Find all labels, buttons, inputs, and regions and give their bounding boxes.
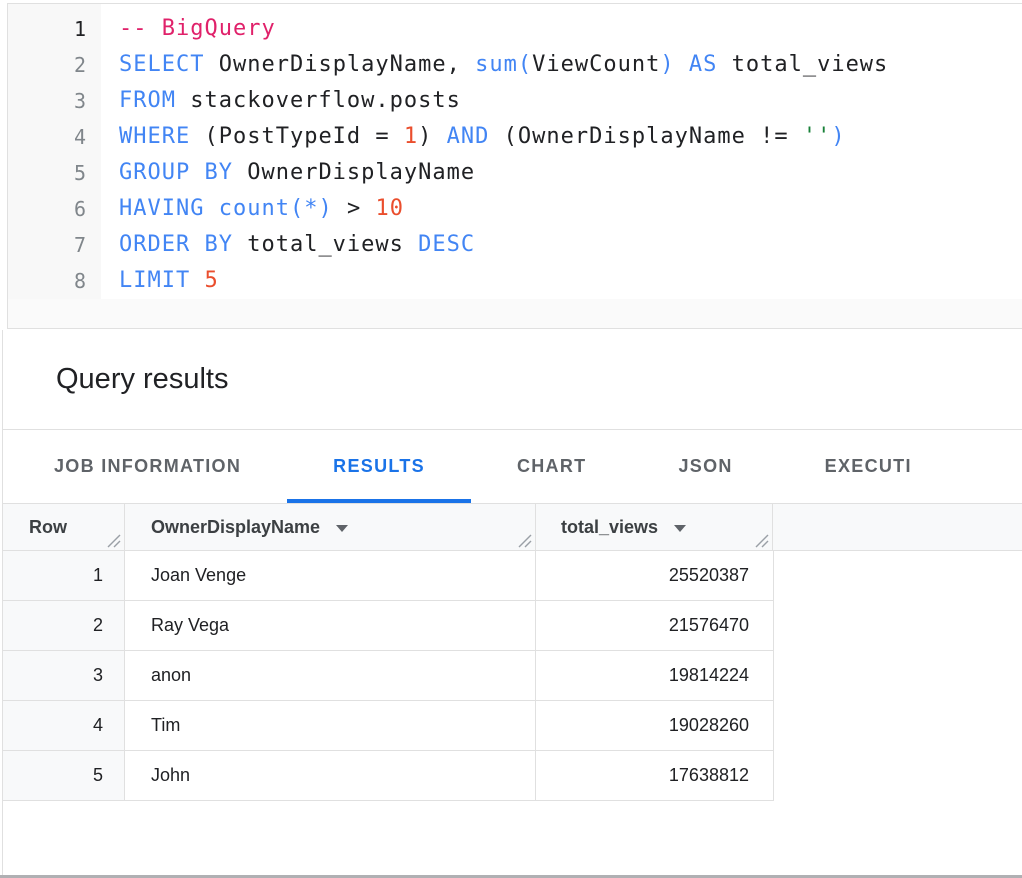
line-number-6: 6 (8, 191, 101, 227)
code-line-1[interactable]: -- BigQuery (119, 11, 1022, 47)
code-token: OwnerDisplayName, (204, 52, 475, 77)
column-header-filler (773, 504, 1022, 550)
code-line-2[interactable]: SELECT OwnerDisplayName, sum(ViewCount) … (119, 47, 1022, 83)
sql-code-editor[interactable]: -- BigQuery SELECT OwnerDisplayName, sum(… (101, 4, 1022, 299)
code-token: > (333, 196, 376, 221)
cell-row-number: 1 (3, 551, 125, 600)
code-token: stackoverflow.posts (176, 88, 461, 113)
sql-editor-panel: 12345678 -- BigQuerySELECT OwnerDisplayN… (7, 3, 1022, 329)
code-token: GROUP BY (119, 160, 233, 185)
code-token: ) (418, 124, 447, 149)
code-token: FROM (119, 88, 176, 113)
cell-total-views: 21576470 (536, 601, 773, 650)
code-token: (OwnerDisplayName != (489, 124, 802, 149)
query-results-panel: Query results JOB INFORMATIONRESULTSCHAR… (2, 330, 1022, 878)
tab-job-information[interactable]: JOB INFORMATION (8, 430, 287, 503)
column-label-owner-display-name: OwnerDisplayName (151, 517, 320, 538)
code-token: AND (447, 124, 490, 149)
tab-results[interactable]: RESULTS (287, 430, 471, 503)
results-tab-bar: JOB INFORMATIONRESULTSCHARTJSONEXECUTI (3, 430, 1022, 503)
table-row: 2Ray Vega21576470 (3, 601, 773, 651)
query-results-header: Query results (3, 330, 1022, 430)
code-token: DESC (418, 232, 475, 257)
code-token: WHERE (119, 124, 190, 149)
cell-owner-display-name: anon (125, 651, 536, 700)
cell-owner-display-name: John (125, 751, 536, 800)
code-token: ORDER BY (119, 232, 233, 257)
cell-owner-display-name: Joan Venge (125, 551, 536, 600)
code-token: total_views (233, 232, 418, 257)
cell-total-views: 19814224 (536, 651, 773, 700)
code-token: ViewCount (532, 52, 660, 77)
code-token (675, 52, 689, 77)
code-token: AS (689, 52, 718, 77)
table-row: 3anon19814224 (3, 651, 773, 701)
code-token: 1 (404, 124, 418, 149)
sort-dropdown-icon[interactable] (674, 525, 686, 532)
code-token: HAVING (119, 196, 204, 221)
code-token: LIMIT (119, 268, 190, 293)
results-table-body: 1Joan Venge255203872Ray Vega215764703ano… (3, 551, 774, 801)
column-resize-handle[interactable] (754, 533, 769, 548)
tab-chart[interactable]: CHART (471, 430, 633, 503)
code-token: SELECT (119, 52, 204, 77)
code-token (204, 196, 218, 221)
code-token: '' (803, 124, 832, 149)
column-resize-handle[interactable] (106, 533, 121, 548)
line-number-2: 2 (8, 47, 101, 83)
column-header-total-views: total_views (536, 504, 773, 550)
column-label-row: Row (29, 517, 67, 538)
table-row: 5John17638812 (3, 751, 773, 801)
code-token: ) (831, 124, 845, 149)
line-number-3: 3 (8, 83, 101, 119)
query-results-title: Query results (56, 363, 228, 396)
code-token: count(*) (219, 196, 333, 221)
results-table-header: Row OwnerDisplayName total_views (3, 503, 1022, 551)
column-header-row: Row (3, 504, 125, 550)
column-header-owner-display-name: OwnerDisplayName (125, 504, 536, 550)
line-number-1: 1 (8, 11, 101, 47)
column-label-total-views: total_views (561, 517, 658, 538)
cell-owner-display-name: Tim (125, 701, 536, 750)
line-number-8: 8 (8, 263, 101, 299)
code-token: sum( (475, 52, 532, 77)
column-resize-icon (106, 533, 121, 548)
sort-dropdown-icon[interactable] (336, 525, 348, 532)
column-resize-icon (754, 533, 769, 548)
tab-json[interactable]: JSON (632, 430, 778, 503)
cell-row-number: 3 (3, 651, 125, 700)
line-number-gutter: 12345678 (8, 4, 101, 299)
code-token: OwnerDisplayName (233, 160, 475, 185)
line-number-4: 4 (8, 119, 101, 155)
cell-total-views: 17638812 (536, 751, 773, 800)
line-number-5: 5 (8, 155, 101, 191)
cell-row-number: 4 (3, 701, 125, 750)
column-resize-icon (517, 533, 532, 548)
code-token: ) (660, 52, 674, 77)
code-line-5[interactable]: GROUP BY OwnerDisplayName (119, 155, 1022, 191)
cell-total-views: 19028260 (536, 701, 773, 750)
table-row: 4Tim19028260 (3, 701, 773, 751)
line-number-7: 7 (8, 227, 101, 263)
code-line-6[interactable]: HAVING count(*) > 10 (119, 191, 1022, 227)
cell-row-number: 5 (3, 751, 125, 800)
code-token: (PostTypeId = (190, 124, 404, 149)
code-token: total_views (717, 52, 888, 77)
code-line-4[interactable]: WHERE (PostTypeId = 1) AND (OwnerDisplay… (119, 119, 1022, 155)
cell-row-number: 2 (3, 601, 125, 650)
code-token: -- BigQuery (119, 16, 276, 41)
code-line-3[interactable]: FROM stackoverflow.posts (119, 83, 1022, 119)
code-line-7[interactable]: ORDER BY total_views DESC (119, 227, 1022, 263)
code-line-8[interactable]: LIMIT 5 (119, 263, 1022, 299)
code-token: 5 (204, 268, 218, 293)
code-token: 10 (375, 196, 404, 221)
table-row: 1Joan Venge25520387 (3, 551, 773, 601)
editor-bottom-filler (8, 299, 1022, 328)
cell-total-views: 25520387 (536, 551, 773, 600)
cell-owner-display-name: Ray Vega (125, 601, 536, 650)
code-token (190, 268, 204, 293)
column-resize-handle[interactable] (517, 533, 532, 548)
tab-execution[interactable]: EXECUTI (779, 430, 958, 503)
